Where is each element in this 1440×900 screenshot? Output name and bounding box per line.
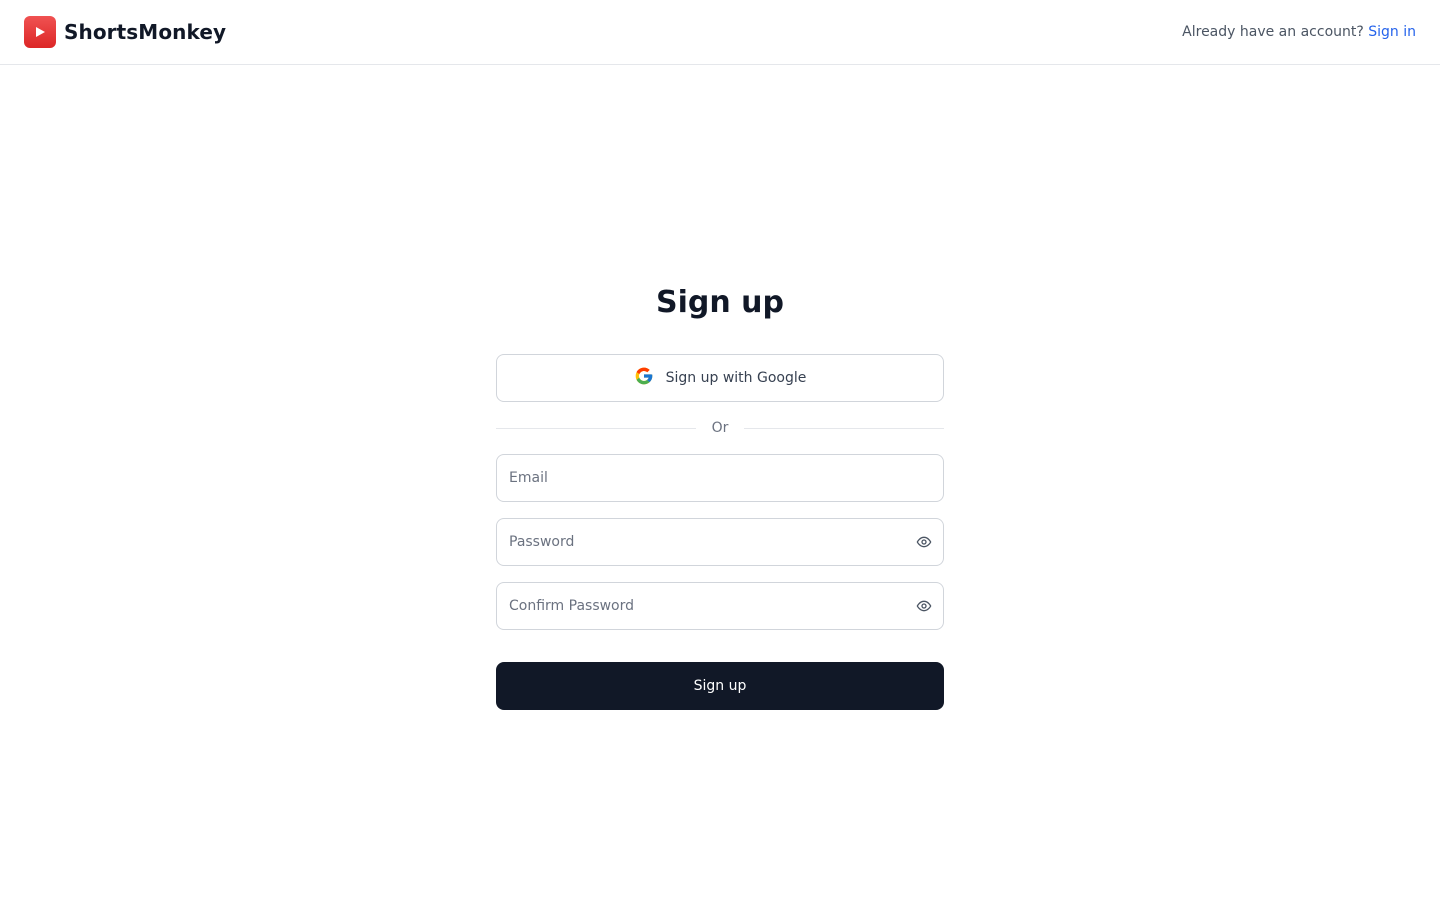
- account-prompt-container: Already have an account? Sign in: [1182, 24, 1416, 40]
- eye-icon[interactable]: [914, 532, 934, 552]
- divider-line-left: [496, 427, 696, 429]
- email-field[interactable]: [496, 454, 944, 502]
- account-prompt: Already have an account?: [1182, 24, 1364, 40]
- top-header: ShortsMonkey Already have an account? Si…: [0, 0, 1440, 65]
- password-field[interactable]: [496, 518, 944, 566]
- brand-link[interactable]: ShortsMonkey: [24, 16, 226, 48]
- email-field-wrapper: [496, 454, 944, 502]
- password-field-wrapper: [496, 518, 944, 566]
- page-title: Sign up: [656, 285, 784, 320]
- confirm-password-field-wrapper: [496, 582, 944, 630]
- signup-form: Sign up Sign up with Google Or Email Sig…: [496, 284, 944, 710]
- google-button-label: Sign up with Google: [665, 370, 807, 386]
- sign-in-link[interactable]: Sign in: [1368, 24, 1416, 40]
- sign-up-button[interactable]: Sign up: [496, 662, 944, 710]
- google-signup-button[interactable]: Sign up with Google: [496, 354, 944, 402]
- confirm-password-field[interactable]: [496, 582, 944, 630]
- divider-text: Or: [711, 420, 729, 436]
- divider-line-right: [744, 427, 944, 429]
- or-divider: Or: [496, 402, 944, 454]
- brand-name: ShortsMonkey: [64, 20, 227, 44]
- eye-icon[interactable]: [914, 596, 934, 616]
- play-icon: [24, 16, 56, 48]
- google-icon: [634, 366, 654, 390]
